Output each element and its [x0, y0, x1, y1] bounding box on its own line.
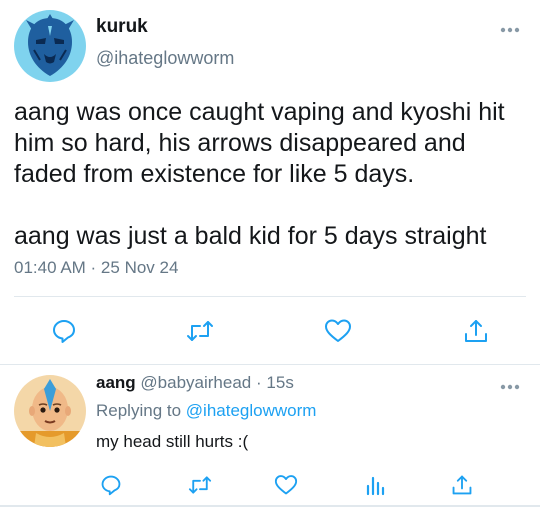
- like-icon: [325, 319, 351, 342]
- avatar[interactable]: [14, 10, 86, 82]
- display-name[interactable]: aang: [96, 373, 136, 392]
- handle[interactable]: @babyairhead: [140, 373, 251, 392]
- reply-text: my head still hurts :(: [96, 432, 249, 451]
- handle[interactable]: @ihateglowworm: [96, 48, 234, 69]
- reply-tweet: aang @babyairhead · 15s Replying to @iha…: [0, 365, 540, 507]
- avatar[interactable]: [14, 375, 86, 447]
- replying-prefix: Replying to: [96, 401, 182, 420]
- replying-to: Replying to @ihateglowworm: [96, 401, 316, 421]
- reply-button[interactable]: [93, 467, 129, 503]
- like-button[interactable]: [268, 467, 304, 503]
- kuruk-mask-avatar: [14, 10, 86, 82]
- analytics-button[interactable]: [358, 467, 394, 503]
- more-dots-icon[interactable]: [498, 377, 522, 397]
- share-button[interactable]: [444, 467, 480, 503]
- timestamp[interactable]: 01:40 AM · 25 Nov 24: [14, 258, 178, 278]
- share-icon: [465, 320, 487, 342]
- display-name[interactable]: kuruk: [96, 16, 148, 38]
- retweet-icon: [187, 321, 213, 341]
- reply-header: aang @babyairhead · 15s: [96, 373, 294, 393]
- share-button[interactable]: [458, 313, 494, 349]
- tweet-text: aang was once caught vaping and kyoshi h…: [14, 97, 534, 252]
- retweet-button[interactable]: [182, 313, 218, 349]
- reply-time[interactable]: 15s: [266, 373, 293, 392]
- like-button[interactable]: [320, 313, 356, 349]
- tweet-text-paragraph-2: aang was just a bald kid for 5 days stra…: [14, 222, 487, 250]
- tweet-text-paragraph-1: aang was once caught vaping and kyoshi h…: [14, 98, 505, 188]
- share-icon: [452, 475, 472, 495]
- retweet-button[interactable]: [182, 467, 218, 503]
- analytics-icon: [366, 476, 385, 496]
- like-icon: [274, 475, 298, 495]
- divider: [14, 296, 526, 297]
- more-dots-icon[interactable]: [498, 20, 522, 40]
- reply-icon: [53, 320, 75, 343]
- retweet-icon: [188, 476, 212, 494]
- reply-icon: [101, 475, 121, 496]
- reply-button[interactable]: [46, 313, 82, 349]
- aang-avatar: [14, 375, 86, 447]
- mention-link[interactable]: @ihateglowworm: [186, 401, 317, 420]
- separator: ·: [256, 373, 262, 392]
- main-tweet: kuruk @ihateglowworm aang was once caugh…: [0, 0, 540, 365]
